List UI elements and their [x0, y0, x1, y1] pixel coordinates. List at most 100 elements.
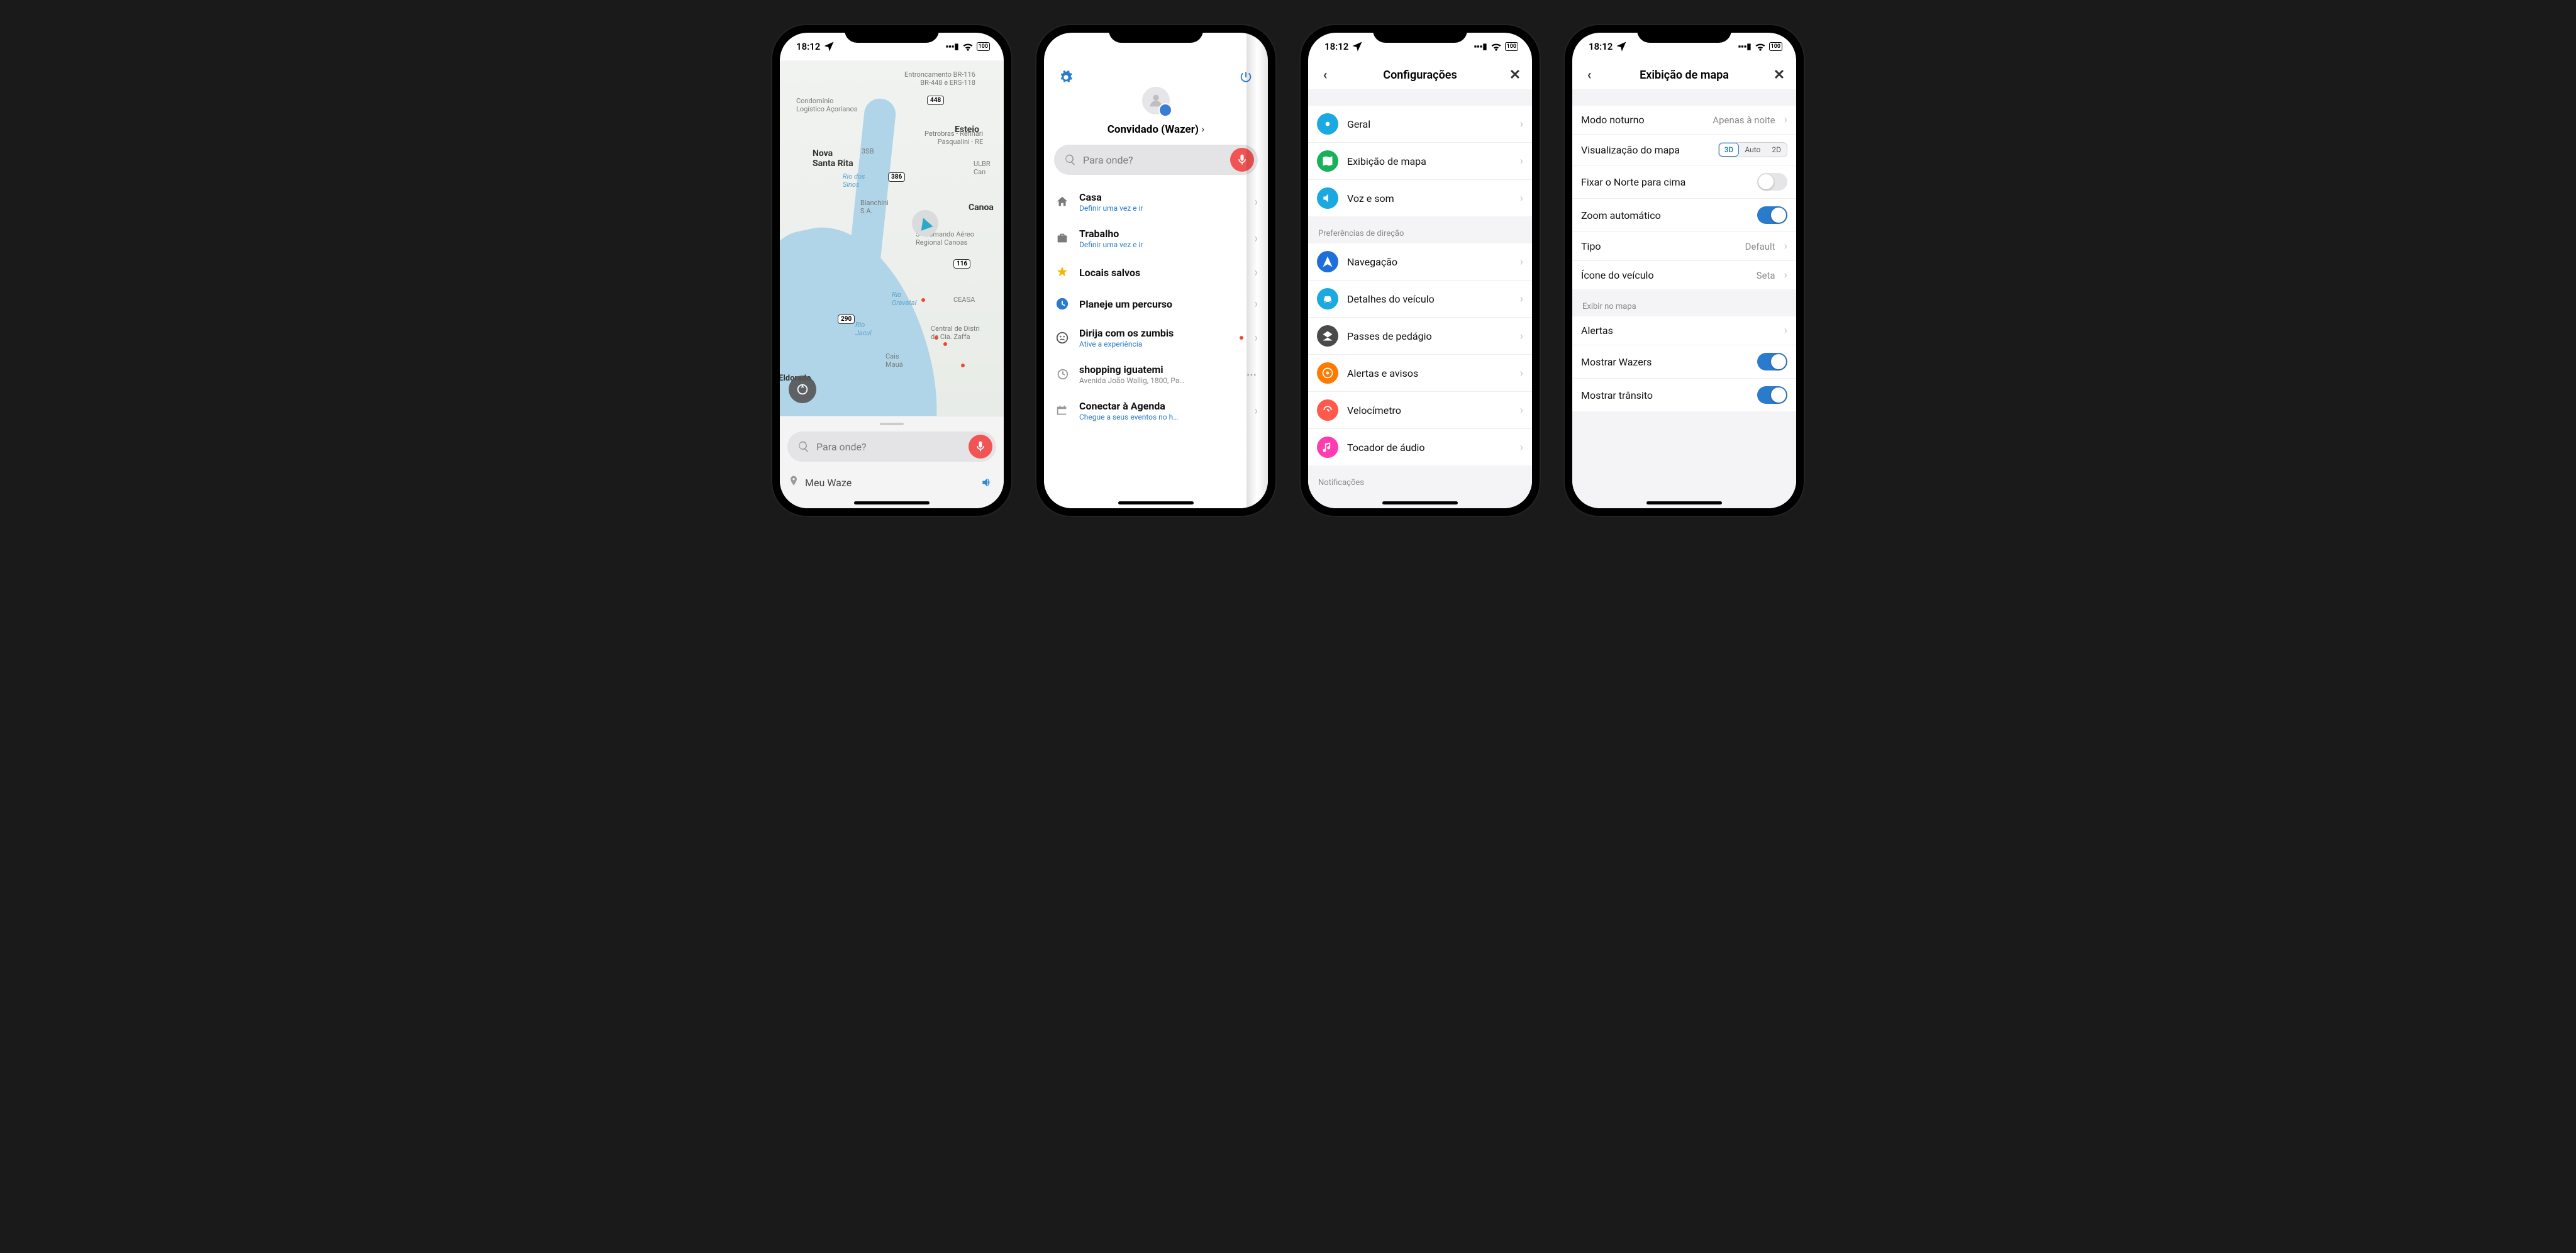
toggle[interactable] [1757, 386, 1787, 404]
search-input[interactable]: Para onde? [787, 432, 996, 462]
list-item-calendar[interactable]: Conectar à AgendaChegue a seus eventos n… [1044, 393, 1268, 429]
toggle[interactable] [1757, 173, 1787, 191]
setting-night-mode[interactable]: Modo noturno Apenas à noite › [1572, 106, 1796, 135]
setting-show-wazers[interactable]: Mostrar Wazers [1572, 345, 1796, 379]
seg-option[interactable]: 2D [1766, 143, 1787, 157]
settings-item[interactable]: Tocador de áudio › [1308, 429, 1532, 465]
chevron-right-icon: › [1784, 240, 1787, 253]
settings-item[interactable]: Geral › [1308, 106, 1532, 143]
power-button[interactable] [1235, 67, 1257, 88]
status-icons: ▪▪▪▮ 100 [946, 40, 990, 53]
segmented-control[interactable]: 3DAuto2D [1718, 142, 1787, 157]
road-shield: 290 [838, 315, 855, 324]
chevron-right-icon: › [1520, 367, 1523, 380]
page-title: Exibição de mapa [1640, 69, 1729, 82]
setting-vehicle-icon[interactable]: Ícone do veículo Seta › [1572, 261, 1796, 289]
more-icon[interactable]: ⋯ [1246, 369, 1258, 381]
chevron-right-icon: › [1520, 441, 1523, 454]
map-poi-label: Condomínio Logístico Açorianos [796, 97, 857, 113]
close-button[interactable]: ✕ [1507, 67, 1523, 83]
profile-header[interactable]: Convidado (Wazer) › [1044, 87, 1268, 136]
seg-option[interactable]: 3D [1719, 143, 1740, 157]
settings-item[interactable]: Passes de pedágio › [1308, 318, 1532, 355]
compass-icon [796, 382, 809, 396]
list-item-zombie[interactable]: Dirija com os zumbisAtive a experiência … [1044, 320, 1268, 356]
sound-icon [980, 476, 993, 489]
voice-search-button[interactable] [969, 435, 992, 459]
calendar-icon [1054, 403, 1070, 419]
status-icons: ▪▪▪▮ 100 [1474, 40, 1518, 53]
status-time: 18:12 [796, 41, 820, 52]
chevron-right-icon: › [1784, 113, 1787, 126]
map-icon [1317, 150, 1338, 172]
wifi-icon [1490, 40, 1502, 53]
battery-indicator: 100 [1505, 42, 1518, 51]
avatar [1142, 87, 1170, 114]
map-canvas[interactable]: Nova Santa Rita Esteio Canoa Eldorado Co… [780, 60, 1004, 416]
list-item-star[interactable]: Locais salvos › [1044, 257, 1268, 288]
settings-button[interactable] [1055, 67, 1077, 88]
list-item-clock[interactable]: Planeje um percurso › [1044, 288, 1268, 320]
list-item-history[interactable]: shopping iguatemiAvenida João Wallig, 18… [1044, 356, 1268, 393]
chevron-right-icon: › [1201, 123, 1204, 136]
chevron-right-icon: › [1784, 324, 1787, 337]
recenter-button[interactable] [789, 376, 816, 403]
setting-type[interactable]: Tipo Default › [1572, 232, 1796, 261]
toggle[interactable] [1757, 353, 1787, 370]
map-city-label: Nova Santa Rita [813, 148, 853, 169]
chevron-right-icon: › [1255, 331, 1258, 345]
settings-item[interactable]: Alertas e avisos › [1308, 355, 1532, 392]
setting-show-traffic[interactable]: Mostrar trânsito [1572, 379, 1796, 411]
list-item-title: Trabalho [1079, 228, 1246, 240]
settings-item[interactable]: Navegação › [1308, 243, 1532, 281]
road-shield: 116 [953, 259, 970, 269]
list-item-title: Casa [1079, 191, 1246, 203]
settings-list: Geral › Exibição de mapa › Voz e som › P… [1308, 89, 1532, 508]
battery-indicator: 100 [1769, 42, 1782, 51]
mic-icon [974, 440, 987, 453]
nav-bar: ‹ Configurações ✕ [1308, 60, 1532, 89]
my-waze-button[interactable]: Meu Waze [805, 477, 852, 489]
list-item-subtitle: Ative a experiência [1079, 340, 1231, 348]
list-item-work[interactable]: TrabalhoDefinir uma vez e ir › [1044, 220, 1268, 257]
settings-item-label: Velocímetro [1347, 404, 1511, 416]
settings-item[interactable]: Exibição de mapa › [1308, 143, 1532, 180]
settings-item-label: Geral [1347, 118, 1511, 130]
search-icon [1064, 153, 1077, 166]
settings-item[interactable]: Detalhes do veículo › [1308, 281, 1532, 318]
list-item-home[interactable]: CasaDefinir uma vez e ir › [1044, 184, 1268, 220]
search-placeholder: Para onde? [816, 441, 962, 453]
settings-item[interactable]: Velocímetro › [1308, 392, 1532, 429]
back-button[interactable]: ‹ [1317, 67, 1333, 83]
setting-alerts[interactable]: Alertas › [1572, 316, 1796, 345]
waze-mood-icon [1158, 103, 1172, 117]
chevron-right-icon: › [1520, 404, 1523, 417]
section-header: Notificações [1308, 465, 1532, 489]
sheet-handle[interactable] [880, 423, 904, 425]
chevron-right-icon: › [1520, 118, 1523, 131]
setting-auto-zoom[interactable]: Zoom automático [1572, 199, 1796, 232]
chevron-right-icon: › [1255, 196, 1258, 209]
voice-search-button[interactable] [1230, 148, 1254, 172]
star-icon [1054, 264, 1070, 281]
clock-icon [1054, 296, 1070, 312]
destinations-list: CasaDefinir uma vez e ir › TrabalhoDefin… [1044, 184, 1268, 508]
search-input[interactable]: Para onde? [1054, 145, 1258, 175]
settings-item-label: Passes de pedágio [1347, 330, 1511, 342]
sound-button[interactable] [977, 473, 996, 492]
back-button[interactable]: ‹ [1581, 67, 1597, 83]
gear-icon [1317, 113, 1338, 135]
close-button[interactable]: ✕ [1771, 67, 1787, 83]
pin-icon [787, 475, 800, 490]
list-item-title: Dirija com os zumbis [1079, 327, 1231, 339]
user-location-marker [912, 210, 938, 237]
seg-option[interactable]: Auto [1739, 143, 1766, 157]
alert-icon [1317, 362, 1338, 384]
side-panel: Convidado (Wazer) › Para onde? CasaDefin… [1044, 60, 1268, 508]
setting-lock-north[interactable]: Fixar o Norte para cima [1572, 165, 1796, 199]
settings-item-label: Tocador de áudio [1347, 442, 1511, 454]
list-item-title: Conectar à Agenda [1079, 400, 1246, 412]
settings-item[interactable]: Voz e som › [1308, 180, 1532, 216]
toggle[interactable] [1757, 206, 1787, 224]
location-arrow-icon [1351, 40, 1363, 53]
